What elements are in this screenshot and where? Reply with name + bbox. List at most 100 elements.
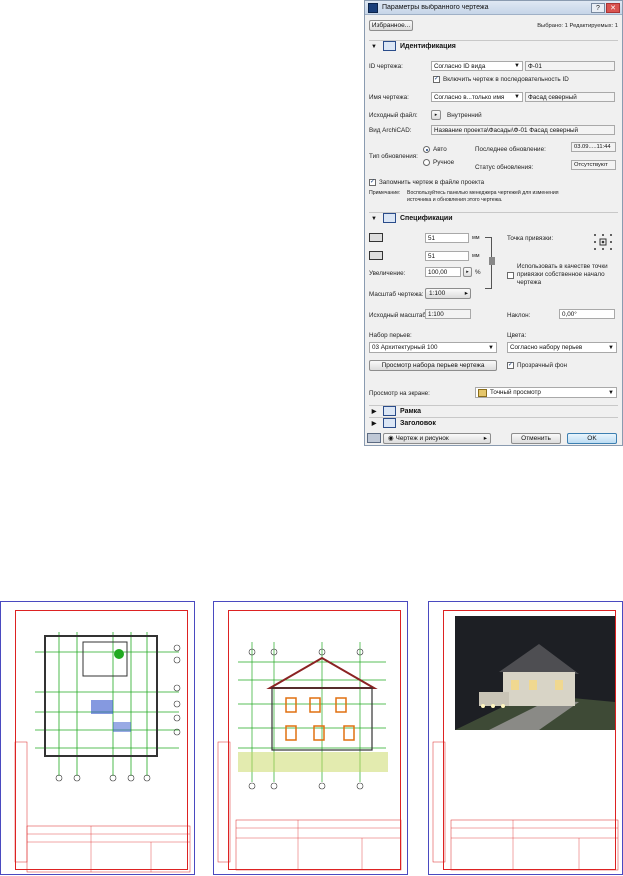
use-origin-checkbox[interactable]	[507, 272, 514, 279]
transparent-bg-label: Прозрачный фон	[517, 362, 567, 369]
height-icon	[369, 251, 383, 260]
title-icon	[383, 418, 396, 429]
original-scale-field: 1:100	[425, 309, 471, 319]
update-status-field: Отсутствуют	[571, 160, 616, 170]
note-text-2: источника и обновления этого чертежа.	[407, 197, 503, 203]
drawing-scale-label: Масштаб чертежа:	[369, 291, 424, 298]
anchor-point-label: Точка привязки:	[507, 235, 554, 242]
section-specifications-header[interactable]: ▼ Спецификации	[369, 212, 618, 225]
source-file-label: Исходный файл:	[369, 112, 418, 119]
floor-plan-drawing	[14, 632, 191, 873]
last-update-field: 03.09.....11:44	[571, 142, 616, 152]
dialog-title: Параметры выбранного чертежа	[382, 4, 489, 11]
angle-field[interactable]: 0,00°	[559, 309, 615, 319]
pen-set-combo[interactable]: 03 Архитектурный 100 ▼	[369, 342, 497, 353]
section-title: Рамка	[400, 408, 422, 415]
footer-layer-combo[interactable]: ◉ Чертеж и рисунок ▸	[383, 433, 491, 444]
house-render-image	[432, 616, 619, 871]
collapse-triangle-icon: ▼	[371, 216, 377, 222]
height-unit: мм	[472, 253, 480, 259]
dialog-titlebar[interactable]: Параметры выбранного чертежа ? ✕	[365, 1, 622, 15]
source-file-value: Внутренний	[447, 112, 482, 119]
include-checkbox[interactable]: ✓	[433, 76, 440, 83]
specifications-icon	[383, 213, 396, 224]
drawing-settings-dialog: Параметры выбранного чертежа ? ✕ Избранн…	[364, 0, 623, 446]
section-title-header[interactable]: ▶ Заголовок	[369, 417, 618, 430]
colors-label: Цвета:	[507, 332, 527, 339]
drawing-id-field[interactable]: Ф-01	[525, 61, 615, 71]
drawing-scale-button[interactable]: 1:100 ▸	[425, 288, 471, 299]
dropdown-arrow-icon: ▼	[608, 390, 614, 396]
frame-icon	[383, 406, 396, 417]
screen-preview-combo[interactable]: Точный просмотр ▼	[475, 387, 617, 398]
angle-label: Наклон:	[507, 312, 531, 319]
use-origin-label-2: привязки собственное начало	[517, 271, 605, 278]
source-file-arrow-button[interactable]: ▸	[431, 110, 441, 120]
use-origin-label-1: Использовать в качестве точки	[517, 263, 608, 270]
include-label: Включить чертеж в последовательность ID	[443, 76, 569, 83]
layout-sheet-plan	[0, 601, 195, 875]
section-title: Идентификация	[400, 43, 456, 50]
note-text-1: Воспользуйтесь панелью менеджера чертеже…	[407, 190, 559, 196]
anchor-grid-icon	[594, 234, 612, 250]
width-unit: мм	[472, 235, 480, 241]
colors-combo[interactable]: Согласно набору перьев ▼	[507, 342, 617, 353]
archicad-view-field: Название проекта\Фасады\Ф-01 Фасад север…	[431, 125, 615, 135]
collapse-triangle-icon: ▼	[371, 44, 377, 50]
drawing-id-label: ID чертежа:	[369, 63, 403, 70]
magnification-field[interactable]: 100,00	[425, 267, 461, 277]
manual-radio[interactable]	[423, 159, 430, 166]
archicad-app-icon	[368, 2, 378, 13]
arrow-right-icon: ▸	[483, 435, 487, 442]
pen-set-label: Набор перьев:	[369, 332, 412, 339]
expand-triangle-icon: ▶	[371, 421, 377, 427]
original-scale-label: Исходный масштаб:	[369, 312, 428, 319]
update-status-label: Статус обновления:	[475, 164, 534, 171]
dropdown-arrow-icon: ▼	[514, 63, 520, 69]
manual-label: Ручное	[433, 159, 455, 166]
section-title: Спецификации	[400, 215, 453, 222]
preview-pen-set-button[interactable]: Просмотр набора перьев чертежа	[369, 360, 497, 371]
arrow-right-icon: ▸	[464, 290, 468, 297]
magnification-arrow-button[interactable]: ▸	[463, 267, 472, 277]
use-origin-label-3: чертежа	[517, 279, 542, 286]
favorites-button[interactable]: Избранное...	[369, 20, 413, 31]
preview-mode-icon	[478, 389, 487, 397]
auto-radio[interactable]	[423, 146, 430, 153]
cancel-button[interactable]: Отменить	[511, 433, 561, 444]
screen-preview-label: Просмотр на экране:	[369, 390, 430, 397]
section-title: Заголовок	[400, 420, 436, 427]
identification-icon	[383, 41, 396, 52]
store-in-project-checkbox[interactable]: ✓	[369, 179, 376, 186]
facade-drawing	[217, 642, 402, 871]
selection-status: Выбрано: 1 Редактируемых: 1	[537, 23, 618, 29]
dropdown-arrow-icon: ▼	[514, 94, 520, 100]
store-in-project-label: Запомнить чертеж в файле проекта	[379, 179, 485, 186]
archicad-view-label: Вид ArchiCAD:	[369, 127, 412, 134]
chain-link-icon[interactable]	[489, 257, 495, 265]
help-button[interactable]: ?	[591, 2, 605, 13]
close-button[interactable]: ✕	[606, 2, 620, 13]
width-icon	[369, 233, 383, 242]
note-label: Примечание:	[369, 190, 401, 196]
drawing-name-label: Имя чертежа:	[369, 94, 409, 101]
dropdown-arrow-icon: ▼	[488, 345, 494, 351]
dropdown-arrow-icon: ▼	[608, 345, 614, 351]
height-field[interactable]: 51	[425, 251, 469, 261]
section-identification-header[interactable]: ▼ Идентификация	[369, 40, 618, 53]
drawing-name-field[interactable]: Фасад северный	[525, 92, 615, 102]
layout-sheet-render	[428, 601, 623, 875]
auto-label: Авто	[433, 146, 447, 153]
drawing-id-combo[interactable]: Согласно ID вида ▼	[431, 61, 523, 71]
last-update-label: Последнее обновление:	[475, 146, 546, 153]
layout-sheet-facade	[213, 601, 408, 875]
update-type-label: Тип обновления:	[369, 153, 418, 160]
width-field[interactable]: 51	[425, 233, 469, 243]
magnification-label: Увеличение:	[369, 270, 406, 277]
ok-button[interactable]: OK	[567, 433, 617, 444]
anchor-point-grid[interactable]	[593, 233, 613, 251]
drawing-name-combo[interactable]: Согласно в...только имя ▼	[431, 92, 523, 102]
transparent-bg-checkbox[interactable]: ✓	[507, 362, 514, 369]
layer-icon[interactable]	[367, 433, 381, 443]
percent-sign: %	[475, 269, 481, 276]
